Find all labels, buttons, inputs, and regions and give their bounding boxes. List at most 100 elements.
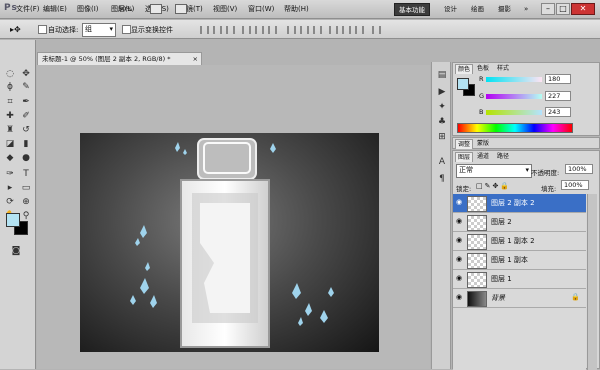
distribute-top-icon[interactable] xyxy=(287,26,296,34)
menu-window[interactable]: 窗口(W) xyxy=(248,4,274,14)
layer-row[interactable]: ◉ 图层 1 xyxy=(453,270,586,289)
slider-g[interactable] xyxy=(486,94,542,99)
zoom-level[interactable]: 50% xyxy=(118,5,132,13)
crop-tool-icon[interactable]: ⌗ xyxy=(3,96,17,108)
more-workspaces-icon[interactable]: » xyxy=(524,5,528,13)
slider-r[interactable] xyxy=(486,77,542,82)
lasso-tool-icon[interactable]: ϕ xyxy=(3,81,17,93)
align-top-icon[interactable] xyxy=(200,26,209,34)
value-b[interactable]: 243 xyxy=(545,107,571,117)
layer-row[interactable]: ◉ 图层 2 副本 2 xyxy=(453,194,586,213)
character-panel-icon[interactable]: A xyxy=(436,157,448,168)
restore-icon[interactable]: □ xyxy=(556,3,570,15)
paragraph-panel-icon[interactable]: ¶ xyxy=(436,174,448,185)
clone-stamp-icon[interactable]: ♜ xyxy=(3,124,17,136)
brush-tool-icon[interactable]: ✐ xyxy=(19,110,33,122)
eraser-tool-icon[interactable]: ◪ xyxy=(3,138,17,150)
close-icon[interactable]: ✕ xyxy=(571,3,595,15)
move-tool-icon[interactable]: ✥ xyxy=(19,68,33,80)
tab-styles[interactable]: 样式 xyxy=(495,64,511,73)
3d-rotate-icon[interactable]: ⟳ xyxy=(3,196,17,208)
tab-masks[interactable]: 蒙版 xyxy=(475,139,491,148)
workspace-photography[interactable]: 摄影 xyxy=(494,3,515,16)
menu-view[interactable]: 视图(V) xyxy=(213,4,237,14)
distribute-left-icon[interactable] xyxy=(329,26,338,34)
actions-panel-icon[interactable]: ▶ xyxy=(436,87,448,98)
eyedropper-icon[interactable]: ✒ xyxy=(19,96,33,108)
value-g[interactable]: 227 xyxy=(545,91,571,101)
visibility-eye-icon[interactable]: ◉ xyxy=(456,218,464,225)
tab-color[interactable]: 颜色 xyxy=(455,64,474,74)
healing-brush-icon[interactable]: ✚ xyxy=(3,110,17,122)
layer-row[interactable]: ◉ 图层 2 xyxy=(453,213,586,232)
menu-edit[interactable]: 编辑(E) xyxy=(43,4,67,14)
visibility-eye-icon[interactable]: ◉ xyxy=(456,199,464,206)
show-transform-checkbox[interactable] xyxy=(122,25,131,34)
quick-mask-icon[interactable]: ◙ xyxy=(9,245,23,257)
type-tool-icon[interactable]: T xyxy=(19,168,33,180)
path-select-icon[interactable]: ▸ xyxy=(3,182,17,194)
workspace-painting[interactable]: 绘画 xyxy=(467,3,488,16)
align-hcenter-icon[interactable] xyxy=(255,26,264,34)
visibility-eye-icon[interactable]: ◉ xyxy=(456,256,464,263)
panel-dock: ▤ ▶ ✦ ♣ ⊞ A ¶ xyxy=(431,62,451,369)
auto-align-icon[interactable] xyxy=(372,26,381,34)
rectangle-tool-icon[interactable]: ▭ xyxy=(19,182,33,194)
auto-select-dropdown[interactable]: 组 ▾ xyxy=(82,23,116,37)
layers-scrollbar[interactable] xyxy=(587,194,597,370)
tab-swatches[interactable]: 色板 xyxy=(475,64,491,73)
color-foreground-swatch[interactable] xyxy=(457,78,469,90)
layer-row[interactable]: ◉ 图层 1 副本 xyxy=(453,251,586,270)
arrange-documents-icon[interactable] xyxy=(175,4,187,14)
minimize-icon[interactable]: – xyxy=(541,3,555,15)
slider-b[interactable] xyxy=(486,110,542,115)
distribute-right-icon[interactable] xyxy=(355,26,364,34)
auto-select-checkbox[interactable] xyxy=(38,25,47,34)
workspace-design[interactable]: 设计 xyxy=(440,3,461,16)
tool-presets-icon[interactable]: ⊞ xyxy=(436,132,448,143)
blend-mode-dropdown[interactable]: 正常 ▾ xyxy=(456,164,532,178)
clone-source-icon[interactable]: ♣ xyxy=(436,117,448,128)
menu-file[interactable]: 文件(F) xyxy=(16,4,40,14)
distribute-bottom-icon[interactable] xyxy=(313,26,322,34)
quick-select-icon[interactable]: ✎ xyxy=(19,81,33,93)
view-extras-icon[interactable] xyxy=(150,4,162,14)
workspace-essentials[interactable]: 基本功能 xyxy=(394,3,430,16)
opacity-field[interactable]: 100% xyxy=(565,164,593,174)
3d-camera-icon[interactable]: ⊕ xyxy=(19,196,33,208)
gradient-tool-icon[interactable]: ▮ xyxy=(19,138,33,150)
history-panel-icon[interactable]: ▤ xyxy=(436,70,448,81)
tab-channels[interactable]: 通道 xyxy=(475,152,491,161)
value-r[interactable]: 180 xyxy=(545,74,571,84)
align-vcenter-icon[interactable] xyxy=(213,26,222,34)
marquee-tool-icon[interactable]: ◌ xyxy=(3,68,17,80)
close-document-icon[interactable]: × xyxy=(193,53,198,65)
align-bottom-icon[interactable] xyxy=(226,26,235,34)
menu-image[interactable]: 图像(I) xyxy=(77,4,99,14)
brushes-panel-icon[interactable]: ✦ xyxy=(436,102,448,113)
document-canvas[interactable] xyxy=(80,133,379,352)
dodge-tool-icon[interactable]: ● xyxy=(19,152,33,164)
tab-layers[interactable]: 图层 xyxy=(455,152,474,162)
tab-paths[interactable]: 路径 xyxy=(495,152,511,161)
color-spectrum[interactable] xyxy=(457,123,573,133)
visibility-eye-icon[interactable]: ◉ xyxy=(456,237,464,244)
distribute-vcenter-icon[interactable] xyxy=(300,26,309,34)
move-tool-icon[interactable]: ▸✥ xyxy=(10,25,21,34)
tab-adjustments[interactable]: 调整 xyxy=(455,139,474,149)
history-brush-icon[interactable]: ↺ xyxy=(19,124,33,136)
fill-field[interactable]: 100% xyxy=(561,180,589,190)
align-right-icon[interactable] xyxy=(268,26,277,34)
pen-tool-icon[interactable]: ✑ xyxy=(3,168,17,180)
layer-row[interactable]: ◉ 背景 🔒 xyxy=(453,289,586,308)
align-left-icon[interactable] xyxy=(242,26,251,34)
document-tab[interactable]: 未标题-1 @ 50% (图层 2 副本 2, RGB/8) * × xyxy=(37,52,202,65)
distribute-hcenter-icon[interactable] xyxy=(342,26,351,34)
visibility-eye-icon[interactable]: ◉ xyxy=(456,275,464,282)
blur-tool-icon[interactable]: ◆ xyxy=(3,152,17,164)
lock-icons[interactable]: □✎✥🔒 xyxy=(476,182,511,190)
layer-row[interactable]: ◉ 图层 1 副本 2 xyxy=(453,232,586,251)
foreground-color-front[interactable] xyxy=(6,213,20,227)
menu-help[interactable]: 帮助(H) xyxy=(284,4,309,14)
visibility-eye-icon[interactable]: ◉ xyxy=(456,294,464,301)
